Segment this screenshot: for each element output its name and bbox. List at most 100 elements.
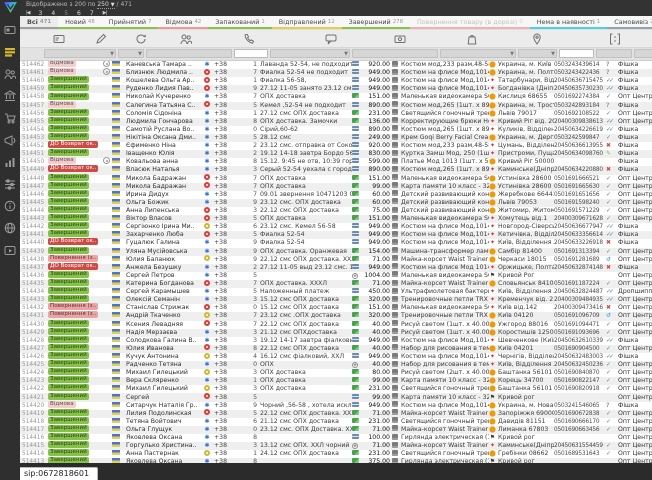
order-row-514454[interactable]: 514454ЗавершенийСамотій Руслана Во..✱+38… bbox=[20, 126, 652, 134]
column-edit-icon[interactable] bbox=[95, 33, 107, 45]
cart-icon[interactable] bbox=[4, 112, 16, 124]
tab-всі[interactable]: Всі471 bbox=[20, 16, 58, 29]
column-product-icon[interactable] bbox=[466, 33, 478, 45]
order-row-514415[interactable]: 514415ЗавершенийГоргулько Христина..✱+38… bbox=[20, 442, 652, 450]
order-row-514438[interactable]: 514438Повернення (з..Юлия Баланюк+38922.… bbox=[20, 256, 652, 264]
order-row-514417[interactable]: 514417ЗавершенийОльга Глущук✱+38023.12 с… bbox=[20, 426, 652, 434]
order-row-514421[interactable]: 514421ЗавершенийСергей+38599.00Карта пам… bbox=[20, 393, 652, 401]
filter-select[interactable]: ▼ bbox=[270, 49, 350, 58]
order-row-514422[interactable]: 514422ЗавершенийМихаил Гилецький+383ОПХ … bbox=[20, 385, 652, 393]
order-row-514456[interactable]: 514456ЗавершенийСоломія Сідоніна✱+38127.… bbox=[20, 110, 652, 118]
order-row-514457[interactable]: 514457ВідмоваСалегина Татьяна С..+385Кем… bbox=[20, 102, 652, 110]
order-row-514451[interactable]: 514451ЗавершенийІващенко Юлія✱+38219.12 … bbox=[20, 150, 652, 158]
order-row-514453[interactable]: 514453ЗавершенийНікітіна Оксана Дми..✱+3… bbox=[20, 134, 652, 142]
order-row-514439[interactable]: 514439ЗавершенийУляна Мусійовська✱+389ОП… bbox=[20, 248, 652, 256]
order-row-514444[interactable]: 514444ЗавершенийАнна Липенська+38322.12 … bbox=[20, 207, 652, 215]
filter-select[interactable] bbox=[146, 49, 232, 58]
column-payment-icon[interactable] bbox=[394, 33, 406, 45]
tab-завершений[interactable]: Завершений278 bbox=[342, 16, 410, 29]
order-row-514427[interactable]: 514427ЗавершенийЮлия Иванова+38822.12 см… bbox=[20, 345, 652, 353]
filter-select[interactable]: ▼ bbox=[118, 49, 144, 58]
order-row-514461[interactable]: 514461ВідмоваБлизнюк Людмила ..+387Фиалк… bbox=[20, 69, 652, 77]
order-row-514445[interactable]: 514445ЗавершенийОльга Божик✱+38923.12 см… bbox=[20, 199, 652, 207]
order-row-514460[interactable]: 514460ЗавершенийКошелева Ольга Ар..+381Ф… bbox=[20, 77, 652, 85]
order-row-514425[interactable]: 514425ЗавершенийРадченко Тетяна✱+380ОПХ₴… bbox=[20, 361, 652, 369]
order-row-514424[interactable]: 514424ЗавершенийМихаил Гилецький+383ОПХ … bbox=[20, 369, 652, 377]
order-row-514452[interactable]: 514452ДО Возврат ок..Єфименко Ніна✱+3822… bbox=[20, 142, 652, 150]
order-row-514435[interactable]: 514435ЗавершенийКатерина Богданова+387ОП… bbox=[20, 280, 652, 288]
filter-input[interactable] bbox=[559, 49, 594, 58]
order-row-514443[interactable]: 514443ЗавершенийВіктор Власов+385ОПХ дос… bbox=[20, 215, 652, 223]
order-row-514419[interactable]: 514419ЗавершенийЛилия Подолинская+38522.… bbox=[20, 410, 652, 418]
operator-vodafone-icon bbox=[204, 409, 210, 415]
order-row-514442[interactable]: 514442ЗавершенийСергіюнко Ірина Ми..+386… bbox=[20, 223, 652, 231]
order-row-514430[interactable]: 514430ЗавершенийКсения Левадняя+38722.12… bbox=[20, 321, 652, 329]
marketing-icon[interactable] bbox=[4, 134, 16, 146]
info-icon[interactable] bbox=[4, 200, 16, 212]
column-tracking-icon[interactable] bbox=[609, 33, 621, 45]
order-row-514436[interactable]: 514436ЗавершенийСергей Петров✱+385₴1004.… bbox=[20, 272, 652, 280]
orders-count: 2 bbox=[250, 150, 260, 158]
filter-select[interactable]: ▼ bbox=[44, 49, 116, 58]
tab-нема-в-наявності[interactable]: Нема в наявності1 bbox=[530, 16, 608, 29]
ukraine-flag-icon bbox=[112, 280, 120, 285]
filter-input[interactable] bbox=[234, 49, 268, 58]
tab-прийнятий[interactable]: Прийнятий7 bbox=[102, 16, 159, 29]
tab-повернення-товару-в-дорозі-[interactable]: Повернення товару (в дорозі)0 bbox=[410, 16, 530, 29]
customer-name: Руденко Лидия Пав.. bbox=[126, 85, 204, 93]
order-row-514429[interactable]: 514429ЗавершенийНадія Мерзаєва✱+38321.12… bbox=[20, 329, 652, 337]
order-row-514450[interactable]: 514450ВідмоваКовальова анна✱+38815.12. 9… bbox=[20, 158, 652, 166]
order-row-514455[interactable]: 514455ЗавершенийЛюдмила Гончарова✱+388ОП… bbox=[20, 118, 652, 126]
order-row-514428[interactable]: 514428ЗавершенийСолодкова Галина В..✱+38… bbox=[20, 337, 652, 345]
order-row-514414[interactable]: 514414ЗавершенийАнна Пастернак+38124.12 … bbox=[20, 450, 652, 458]
order-row-514441[interactable]: 514441ЗавершенийЗахарченко Люба+385Фиалк… bbox=[20, 231, 652, 239]
filter-select[interactable]: ▼ bbox=[518, 49, 557, 58]
order-row-514431[interactable]: 514431Повернення (з..Андрій Ткаченко+387… bbox=[20, 312, 652, 320]
stats-icon[interactable] bbox=[4, 156, 16, 168]
order-row-514434[interactable]: 514434ЗавершенийСергей Карамышев✱+385Нал… bbox=[20, 288, 652, 296]
orders-icon[interactable] bbox=[4, 46, 16, 58]
order-row-514447[interactable]: 514447ЗавершенийМикола Бадражан+387ОПХ д… bbox=[20, 183, 652, 191]
column-customers-icon[interactable] bbox=[180, 33, 192, 45]
page-size-dropdown[interactable]: 250 ▼ bbox=[97, 1, 114, 9]
column-address-icon[interactable] bbox=[531, 33, 543, 45]
order-row-514449[interactable]: 514449ДО Возврат ок..Власюк Наталья✱+383… bbox=[20, 166, 652, 174]
order-row-514433[interactable]: 514433ЗавершенийОлексій Семанін✱+38315.1… bbox=[20, 296, 652, 304]
order-row-514420[interactable]: 514420ВідмоваСитарчук Наталія Гр..✱+389Ч… bbox=[20, 402, 652, 410]
tab-відмова[interactable]: Відмова42 bbox=[158, 16, 208, 29]
order-row-514448[interactable]: 514448ЗавершенийМикола Бадражан+387ОПХ д… bbox=[20, 175, 652, 183]
dashboard-icon[interactable] bbox=[4, 24, 16, 36]
tab-запакований[interactable]: Запакований1 bbox=[208, 16, 271, 29]
order-row-514437[interactable]: 514437ДО Возврат ок..Анжела Безушку✱+382… bbox=[20, 264, 652, 272]
column-contact-card-icon[interactable] bbox=[53, 33, 65, 45]
filter-select[interactable] bbox=[352, 49, 438, 58]
filter-select[interactable] bbox=[634, 49, 652, 58]
customers-icon[interactable] bbox=[4, 68, 16, 80]
order-row-514426[interactable]: 514426ЗавершенийКучук Антонина+38416.12 … bbox=[20, 353, 652, 361]
filter-select[interactable]: ▼ bbox=[440, 49, 516, 58]
order-row-514462[interactable]: 514462ВідмоваКаневська Тамара ..✱+381Лав… bbox=[20, 61, 652, 69]
product: Костюм мод,265 (1шт. х 890.00 = 890.00) bbox=[401, 126, 489, 134]
company-icon[interactable] bbox=[4, 90, 16, 102]
order-row-514440[interactable]: 514440ДО Возврат ок..Гуцалюк Галина✱+389… bbox=[20, 239, 652, 247]
order-row-514459[interactable]: 514459ЗавершенийРуденко Лидия Пав..+3892… bbox=[20, 85, 652, 93]
order-row-514458[interactable]: 514458ЗавершенийНиколай Кучеренко✱+387ОП… bbox=[20, 93, 652, 101]
tab-відправлений[interactable]: Відправлений12 bbox=[272, 16, 342, 29]
operator-vodafone-icon bbox=[204, 280, 210, 286]
orders-count: 5 bbox=[250, 410, 260, 418]
order-row-514416[interactable]: 514416ЗавершенийЯковлева Оксана✱+388100.… bbox=[20, 434, 652, 442]
ukraine-flag-icon bbox=[112, 166, 120, 171]
tab-новий[interactable]: Новий48 bbox=[58, 16, 102, 29]
order-row-514423[interactable]: 514423ЗавершенийВера Скляренко✱+381ОПХ д… bbox=[20, 377, 652, 385]
order-row-514432[interactable]: 514432Повернення (з..Станіслав Стрижак+3… bbox=[20, 304, 652, 312]
order-row-514418[interactable]: 514418ЗавершенийТетяна Войтович✱+38621.1… bbox=[20, 418, 652, 426]
network-icon[interactable] bbox=[4, 222, 16, 234]
video-icon[interactable] bbox=[4, 244, 16, 256]
column-status-icon[interactable] bbox=[135, 33, 147, 45]
column-phone-icon[interactable] bbox=[243, 33, 255, 45]
tab-самовивіз[interactable]: Самовивіз2 bbox=[607, 16, 652, 29]
filter-select[interactable] bbox=[596, 49, 632, 58]
column-comment-icon[interactable] bbox=[325, 33, 337, 45]
settings-icon[interactable] bbox=[4, 178, 16, 190]
order-row-514446[interactable]: 514446ЗавершенийИрина Дидух✱+38709.01 зв… bbox=[20, 191, 652, 199]
